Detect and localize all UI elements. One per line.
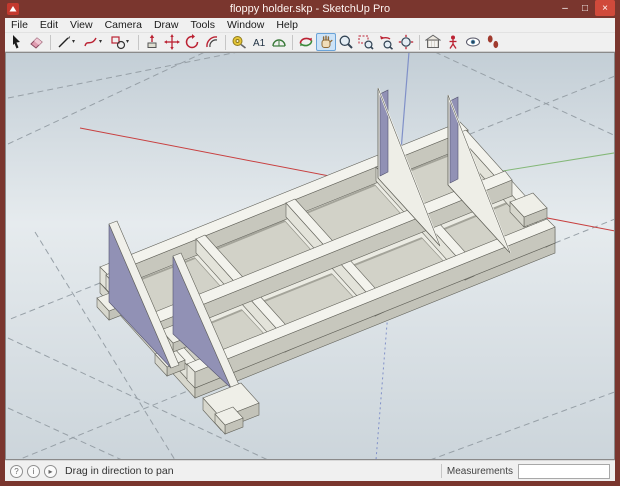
svg-text:A1: A1 (253, 38, 266, 49)
previous-view-icon (378, 34, 394, 50)
freehand-tool-button[interactable]: ▾ (81, 33, 108, 51)
app-icon (7, 3, 19, 15)
menu-tools[interactable]: Tools (184, 18, 221, 33)
rotate-tool-button[interactable] (182, 33, 202, 51)
tape-measure-tool-button[interactable] (229, 33, 249, 51)
line-tool-button[interactable]: ▾ (54, 33, 81, 51)
toolbar-separator (419, 35, 420, 50)
standard-views-tool-button[interactable] (423, 33, 443, 51)
eraser-icon (29, 34, 45, 50)
status-divider (441, 464, 442, 478)
walk-tool-button[interactable] (483, 33, 503, 51)
chevron-down-icon[interactable]: ▾ (126, 39, 129, 45)
minimize-button[interactable]: – (555, 0, 575, 16)
standard-views-icon (425, 34, 441, 50)
toolbar-separator (292, 35, 293, 50)
menu-camera[interactable]: Camera (99, 18, 148, 33)
status-hint: Drag in direction to pan (65, 465, 174, 477)
orbit-tool-button[interactable] (296, 33, 316, 51)
move-icon (164, 34, 180, 50)
zoom-extents-tool-button[interactable] (396, 33, 416, 51)
zoom-window-tool-button[interactable] (356, 33, 376, 51)
chevron-down-icon[interactable]: ▾ (99, 39, 102, 45)
offset-tool-button[interactable] (202, 33, 222, 51)
select-tool-button[interactable] (7, 33, 27, 51)
menubar: File Edit View Camera Draw Tools Window … (5, 18, 615, 33)
sketchup-window: floppy holder.skp - SketchUp Pro – □ × F… (0, 0, 620, 486)
shapes-tool-button[interactable]: ▾ (108, 33, 135, 51)
menu-help[interactable]: Help (270, 18, 304, 33)
position-camera-tool-button[interactable] (443, 33, 463, 51)
menu-view[interactable]: View (64, 18, 99, 33)
3d-viewport-canvas[interactable] (5, 52, 615, 460)
window-controls: – □ × (555, 0, 615, 18)
info-icon[interactable]: i (27, 465, 40, 478)
previous-view-tool-button[interactable] (376, 33, 396, 51)
chevron-down-icon[interactable]: ▾ (72, 39, 75, 45)
context-icon[interactable]: ▸ (44, 465, 57, 478)
freehand-icon (83, 34, 99, 50)
toolbar-separator (138, 35, 139, 50)
statusbar: ? i ▸ Drag in direction to pan Measureme… (5, 460, 615, 481)
push-pull-icon (144, 34, 160, 50)
window-title: floppy holder.skp - SketchUp Pro (5, 0, 615, 18)
titlebar: floppy holder.skp - SketchUp Pro – □ × (5, 0, 615, 18)
viewport (5, 52, 615, 460)
menu-draw[interactable]: Draw (148, 18, 185, 33)
zoom-tool-button[interactable] (336, 33, 356, 51)
eraser-tool-button[interactable] (27, 33, 47, 51)
zoom-window-icon (358, 34, 374, 50)
menu-window[interactable]: Window (221, 18, 270, 33)
measurements-label: Measurements (447, 466, 513, 477)
menu-edit[interactable]: Edit (34, 18, 64, 33)
shapes-icon (110, 34, 126, 50)
select-icon (9, 34, 25, 50)
toolbar-separator (50, 35, 51, 50)
move-tool-button[interactable] (162, 33, 182, 51)
help-icon[interactable]: ? (10, 465, 23, 478)
menu-file[interactable]: File (5, 18, 34, 33)
position-camera-icon (445, 34, 461, 50)
dimensions-tool-button[interactable]: A1 (249, 33, 269, 51)
look-around-icon (465, 34, 481, 50)
line-icon (56, 34, 72, 50)
dimensions-icon: A1 (251, 34, 267, 50)
offset-icon (204, 34, 220, 50)
protractor-tool-button[interactable] (269, 33, 289, 51)
pan-tool-button[interactable] (316, 33, 336, 51)
close-button[interactable]: × (595, 0, 615, 16)
look-around-tool-button[interactable] (463, 33, 483, 51)
maximize-button[interactable]: □ (575, 0, 595, 16)
walk-icon (485, 34, 501, 50)
tape-measure-icon (231, 34, 247, 50)
zoom-icon (338, 34, 354, 50)
toolbar: ▾ ▾ ▾ A1 (5, 33, 615, 52)
rotate-icon (184, 34, 200, 50)
pan-hand-icon (318, 34, 334, 50)
zoom-extents-icon (398, 34, 414, 50)
push-pull-tool-button[interactable] (142, 33, 162, 51)
orbit-icon (298, 34, 314, 50)
measurements-field[interactable] (518, 464, 610, 479)
protractor-icon (271, 34, 287, 50)
toolbar-separator (225, 35, 226, 50)
measurements-area: Measurements (441, 464, 610, 479)
